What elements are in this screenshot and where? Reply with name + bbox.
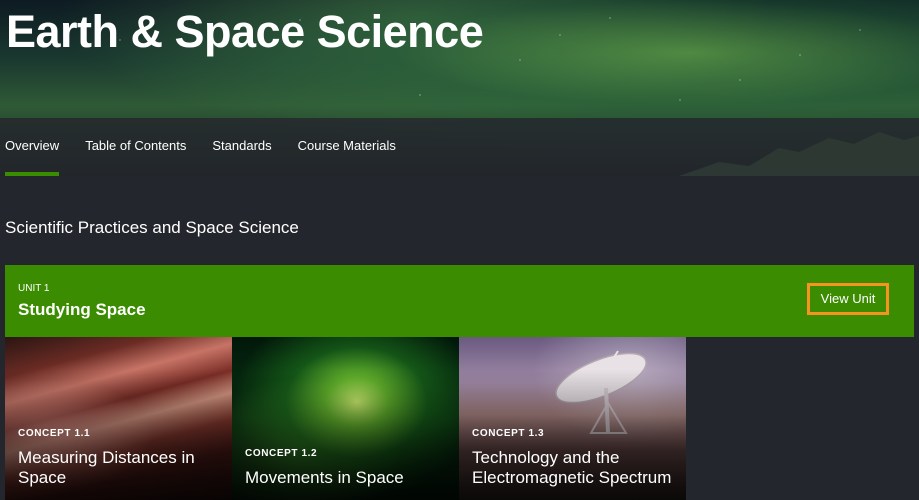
tab-standards[interactable]: Standards (212, 118, 271, 176)
page-title: Earth & Space Science (6, 6, 484, 57)
concept-title: Measuring Distances in Space (18, 448, 195, 487)
tab-table-of-contents[interactable]: Table of Contents (85, 118, 186, 176)
concept-card-1-2[interactable]: CONCEPT 1.2 Movements in Space (232, 337, 459, 500)
concept-title: Movements in Space (245, 468, 404, 487)
concept-label: CONCEPT 1.2 (245, 448, 318, 459)
view-unit-button[interactable]: View Unit (807, 283, 889, 315)
unit-title: Studying Space (18, 300, 146, 319)
nav-tabs: Overview Table of Contents Standards Cou… (5, 118, 396, 176)
concept-card-1-3[interactable]: CONCEPT 1.3 Technology and the Electroma… (459, 337, 686, 500)
tab-course-materials[interactable]: Course Materials (298, 118, 396, 176)
concept-label: CONCEPT 1.1 (18, 428, 91, 439)
mountain-silhouette-image (679, 132, 919, 176)
section-title: Scientific Practices and Space Science (5, 218, 299, 237)
unit-banner: UNIT 1 Studying Space View Unit (5, 265, 914, 337)
concept-label: CONCEPT 1.3 (472, 428, 545, 439)
course-nav: Overview Table of Contents Standards Cou… (0, 118, 919, 176)
concept-cards: CONCEPT 1.1 Measuring Distances in Space… (5, 337, 686, 500)
tab-overview[interactable]: Overview (5, 118, 60, 176)
unit-label: UNIT 1 (18, 283, 50, 294)
concept-title: Technology and the Electromagnetic Spect… (472, 448, 672, 487)
concept-card-1-1[interactable]: CONCEPT 1.1 Measuring Distances in Space (5, 337, 232, 500)
